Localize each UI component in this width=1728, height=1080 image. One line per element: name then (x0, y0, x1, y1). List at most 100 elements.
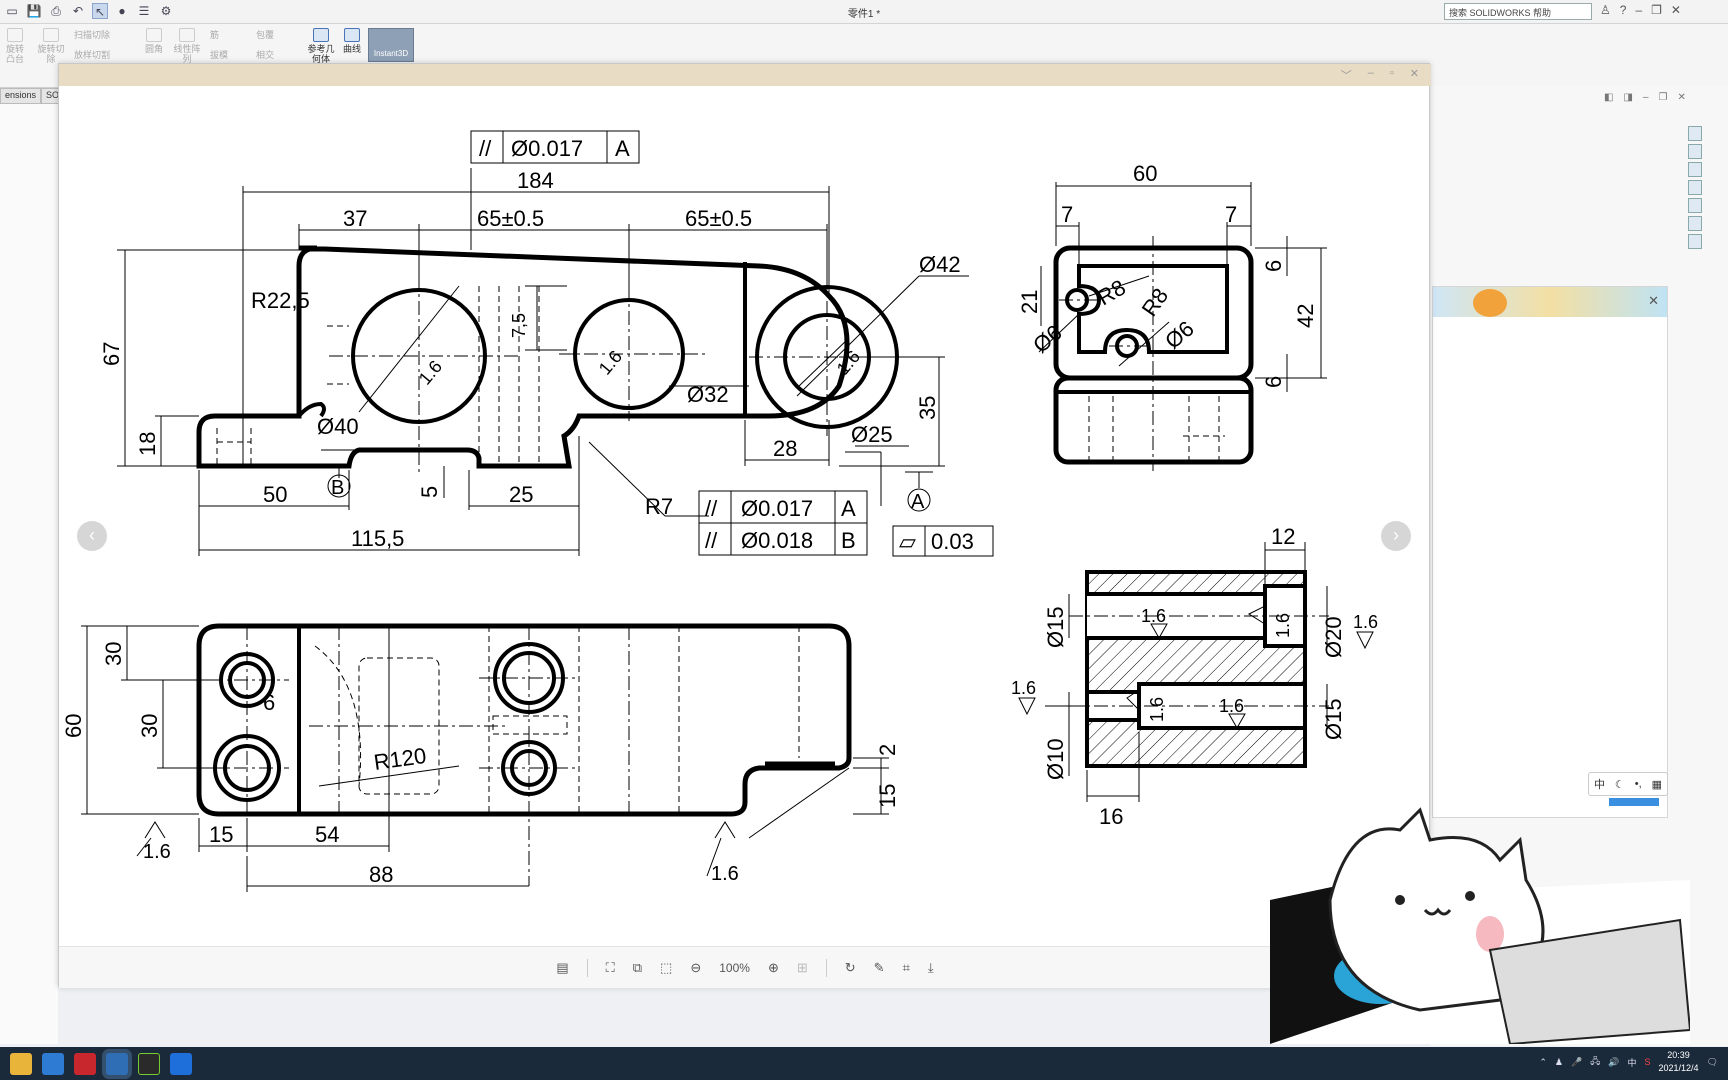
help-icon[interactable]: ? (1620, 3, 1627, 17)
section-dim-12: 12 (1271, 524, 1295, 549)
actual-size-icon[interactable]: ⬚ (660, 960, 672, 976)
ribbon-item-1[interactable]: 旋转切除 (34, 28, 68, 64)
linear-pattern-icon (179, 28, 195, 42)
datum-a-label: A (911, 491, 925, 513)
side-dim-phi6a: Ø6 (1028, 320, 1067, 358)
top-dim-88: 88 (369, 862, 393, 887)
one-to-one-icon[interactable]: ⊞ (797, 960, 808, 976)
phone-app-icon[interactable] (106, 1052, 128, 1075)
design-library-icon[interactable] (1688, 144, 1702, 159)
pane-expand-icon[interactable]: ◨ (1623, 92, 1632, 103)
chevron-down-icon[interactable]: ﹀ (1341, 67, 1352, 83)
rotate-icon[interactable]: ↻ (845, 960, 856, 976)
viewer-close-icon[interactable]: ✕ (1410, 67, 1419, 83)
ribbon-item-0[interactable]: 旋转凸台 (2, 28, 28, 64)
media-player-icon[interactable] (138, 1052, 160, 1075)
task-pane-tabs (1688, 126, 1702, 249)
zoom-out-icon[interactable]: ⊖ (690, 960, 701, 976)
top-dim-30a: 30 (101, 642, 126, 666)
next-image-button[interactable]: › (1381, 521, 1411, 551)
previous-image-button[interactable]: ‹ (77, 521, 107, 551)
pane-collapse-icon[interactable]: ◧ (1604, 92, 1613, 103)
ribbon-item-11[interactable]: 曲线 (340, 28, 364, 54)
curves-icon (344, 28, 360, 42)
pane-restore-icon[interactable]: ❐ (1658, 92, 1667, 103)
viewer-maximize-icon[interactable]: ▫ (1390, 67, 1394, 83)
microphone-icon[interactable]: 🎤 (1571, 1057, 1582, 1068)
solidworks-icon[interactable] (74, 1052, 96, 1075)
ime-toolbar: 中 ☾ •, ▦ (1588, 772, 1668, 806)
download-icon[interactable]: ⤓ (928, 960, 934, 976)
browser-icon[interactable] (170, 1052, 192, 1075)
minimize-icon[interactable]: – (1635, 3, 1642, 17)
home-icon[interactable] (1688, 126, 1702, 141)
grid-icon[interactable]: ▦ (1652, 778, 1662, 791)
ribbon-item-5[interactable]: 线性阵列 (170, 28, 204, 64)
ribbon-item-2[interactable]: 扫描切除 (74, 30, 130, 40)
revolve-boss-icon (7, 28, 23, 42)
ribbon-item-9[interactable]: 相交 (256, 50, 286, 60)
popup-close-icon[interactable]: ✕ (1648, 293, 1659, 309)
image-viewer-window: ﹀ – ▫ ✕ // Ø0.017 A // Ø0.017 A // Ø0.01… (58, 63, 1431, 988)
pane-close-icon[interactable]: ✕ (1677, 92, 1685, 103)
dim-7-5: 7,5 (509, 313, 529, 338)
tray-ime[interactable]: 中 (1627, 1056, 1636, 1069)
dim-r22: R22,5 (251, 288, 310, 313)
volume-icon[interactable]: 🔊 (1608, 1057, 1619, 1068)
moon-icon[interactable]: ☾ (1615, 778, 1625, 791)
fit-screen-icon[interactable]: ⛶ (606, 960, 615, 976)
punctuation-icon[interactable]: •, (1635, 778, 1642, 790)
crop-icon[interactable]: ⌗ (903, 960, 910, 976)
view-palette-icon[interactable] (1688, 180, 1702, 195)
side-dim-6b: 6 (1261, 376, 1286, 388)
edit-icon[interactable]: ✎ (874, 960, 885, 976)
top-dim-r120: R120 (372, 743, 428, 775)
instant3d-button[interactable]: Instant3D (368, 28, 414, 62)
pane-minimize-icon[interactable]: – (1643, 92, 1649, 103)
ribbon-item-10[interactable]: 参考几何体 (304, 28, 338, 64)
close-icon[interactable]: ✕ (1671, 3, 1681, 17)
notification-icon[interactable]: 🗨 (1707, 1057, 1718, 1068)
section-roughness-a: 1.6 (1141, 606, 1166, 626)
title-bar: ▭ 💾 ⎙ ↶ ↖ ⦁ ☰ ⚙ 零件1 * 搜索 SOLIDWORKS 帮助 ♙… (0, 0, 1728, 24)
section-dim-phi20: Ø20 (1321, 616, 1346, 658)
section-roughness-c: 1.6 (1353, 612, 1378, 632)
viewer-minimize-icon[interactable]: – (1368, 67, 1374, 83)
network-icon[interactable]: 🖧 (1590, 1054, 1600, 1070)
ime-mode[interactable]: 中 (1594, 776, 1605, 792)
section-roughness-e: 1.6 (1147, 697, 1167, 722)
dim-phi25: Ø25 (851, 422, 893, 447)
forum-icon[interactable] (1688, 234, 1702, 249)
dim-28: 28 (773, 436, 797, 461)
engineering-drawing: // Ø0.017 A // Ø0.017 A // Ø0.018 B ▱ 0.… (61, 130, 1378, 892)
toolbar-separator (825, 958, 827, 977)
ribbon-item-4[interactable]: 圆角 (142, 28, 166, 54)
ribbon-item-8[interactable]: 包覆 (256, 30, 286, 40)
ribbon-item-6[interactable]: 筋 (210, 30, 240, 40)
dim-35: 35 (915, 396, 940, 420)
appearances-icon[interactable] (1688, 198, 1702, 213)
mail-icon[interactable] (42, 1052, 64, 1075)
file-explorer-icon[interactable] (1688, 162, 1702, 177)
tab-dimensions[interactable]: ensions (0, 88, 42, 104)
ribbon-item-7[interactable]: 拔模 (210, 50, 240, 60)
search-input[interactable]: 搜索 SOLIDWORKS 帮助 (1444, 3, 1592, 20)
file-explorer-icon[interactable] (10, 1052, 32, 1075)
side-dim-60: 60 (1133, 161, 1157, 186)
thumbnail-icon[interactable]: ▤ (556, 960, 568, 976)
clock[interactable]: 20:39 2021/12/4 (1659, 1049, 1699, 1075)
tray-chevron-icon[interactable]: ⌃ (1539, 1057, 1547, 1068)
section-roughness-b: 1.6 (1273, 613, 1293, 638)
dim-65a: 65±0.5 (477, 206, 544, 231)
zoom-in-icon[interactable]: ⊕ (768, 960, 779, 976)
tray-app-icon[interactable]: ♟ (1555, 1057, 1563, 1068)
compare-icon[interactable]: ⧉ (633, 960, 642, 976)
fcf-mid2-datum: B (841, 528, 856, 553)
ribbon-item-3[interactable]: 放样切割 (74, 50, 130, 60)
custom-properties-icon[interactable] (1688, 216, 1702, 231)
sogou-icon[interactable]: S (1645, 1057, 1651, 1067)
side-dim-phi6b: Ø6 (1160, 316, 1199, 354)
user-icon[interactable]: ♙ (1600, 3, 1611, 17)
restore-icon[interactable]: ❐ (1651, 3, 1662, 17)
fcf-mid1-symbol: // (705, 496, 718, 521)
